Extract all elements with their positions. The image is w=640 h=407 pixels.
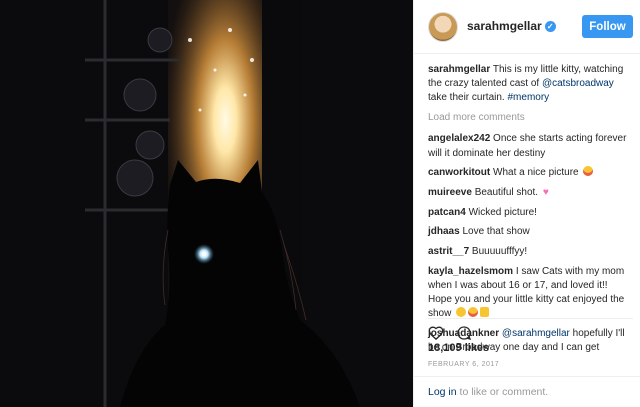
list-item: patcan4 Wicked picture! [428,206,633,220]
comment-username[interactable]: kayla_hazelsmom [428,266,513,277]
comment-username[interactable]: jdhaas [428,226,460,237]
login-prompt: Log in to like or comment. [414,376,640,407]
comment-username[interactable]: muireeve [428,187,472,198]
like-count[interactable]: 18,109 likes [428,342,489,354]
header-username-text[interactable]: sarahmgellar [467,19,542,33]
heart-eyes-cat-emoji-icon [468,307,479,318]
pink-heart-emoji-icon: ♥ [542,186,549,198]
thumbs-up-emoji-icon [480,307,490,318]
list-item: canworkitout What a nice picture [428,166,633,180]
login-prompt-text: to like or comment. [459,386,549,398]
caption-hashtag[interactable]: #memory [508,92,550,103]
comment-username[interactable]: patcan4 [428,207,466,218]
header-username[interactable]: sarahmgellar ✓ [467,19,556,33]
caption: sarahmgellar This is my little kitty, wa… [428,63,633,106]
follow-button[interactable]: Follow [582,15,633,38]
heart-icon[interactable] [428,325,444,340]
backstage-photo [0,0,413,407]
comment-text: Beautiful shot. [474,186,539,198]
comment-text: Buuuuufffyy! [471,246,528,258]
post-header: sarahmgellar ✓ Follow [414,0,640,54]
comment-username[interactable]: astrit__7 [428,246,469,257]
post-details-panel: sarahmgellar ✓ Follow sarahmgellar This i… [413,0,640,407]
instagram-post: sarahmgellar ✓ Follow sarahmgellar This i… [0,0,640,407]
comment-text: Wicked picture! [468,206,537,218]
heart-eyes-emoji-icon [583,166,594,177]
caption-username[interactable]: sarahmgellar [428,64,490,75]
list-item: muireeve Beautiful shot. ♥ [428,186,633,200]
comment-text: What a nice picture [493,167,579,179]
list-item: kayla_hazelsmom I saw Cats with my mom w… [428,265,633,322]
post-date: FEBRUARY 6, 2017 [428,361,500,368]
list-item: angelalex242 Once she starts acting fore… [428,132,633,160]
comment-icon[interactable] [456,325,472,341]
comments-list: sarahmgellar This is my little kitty, wa… [428,63,633,361]
caption-text-after: take their curtain. [428,92,505,104]
action-bar [428,318,633,341]
list-item: jdhaas Love that show [428,225,633,239]
load-more-comments[interactable]: Load more comments [428,111,633,125]
caption-mention[interactable]: @catsbroadway [542,78,614,89]
comment-username[interactable]: canworkitout [428,167,490,178]
comment-text: Love that show [462,226,530,238]
list-item: astrit__7 Buuuuufffyy! [428,245,633,259]
comment-username[interactable]: angelalex242 [428,133,490,144]
login-link[interactable]: Log in [428,386,457,398]
smile-emoji-icon [456,307,467,318]
post-photo[interactable] [0,0,413,407]
verified-badge-icon: ✓ [544,21,556,32]
avatar[interactable] [428,12,458,42]
